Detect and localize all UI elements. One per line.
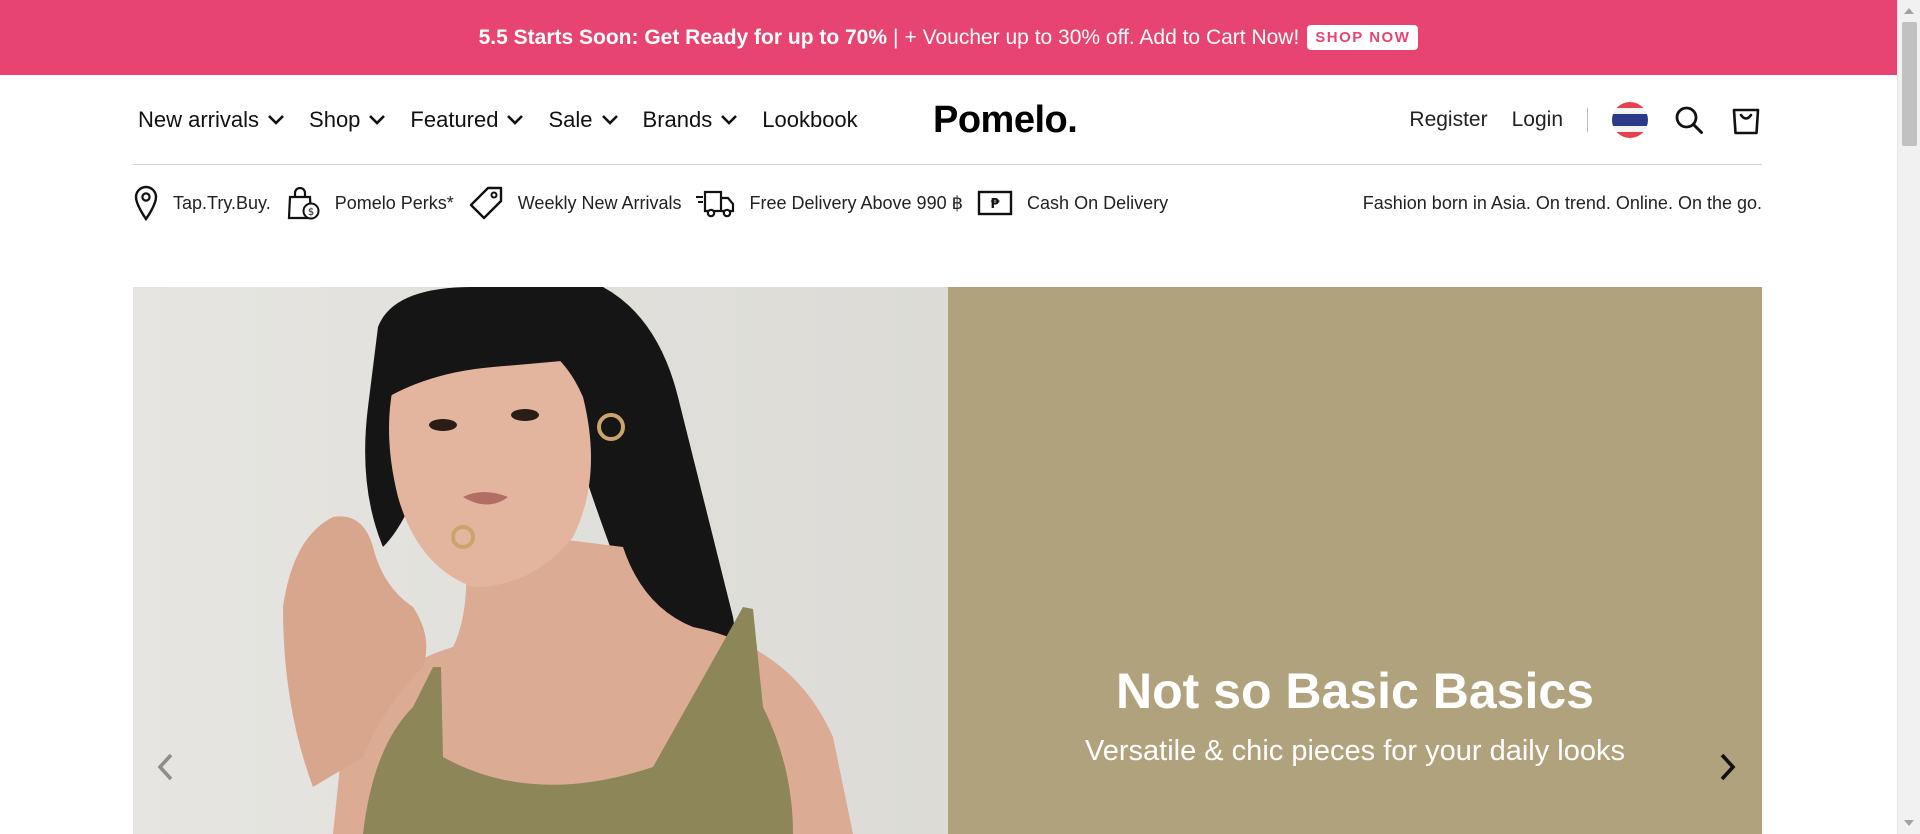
nav-label: Shop — [309, 107, 361, 132]
promo-text: + Voucher up to 30% off. Add to Cart Now… — [904, 25, 1300, 49]
brand-tagline: Fashion born in Asia. On trend. Online. … — [1362, 192, 1762, 213]
search-icon[interactable] — [1674, 105, 1704, 135]
perks-bag-icon: $ — [287, 186, 320, 220]
perk-label: Pomelo Perks* — [334, 192, 454, 213]
shop-now-button[interactable]: SHOP NOW — [1307, 25, 1419, 50]
perk-label: Weekly New Arrivals — [517, 192, 682, 213]
perk-cash-on-delivery[interactable]: ₱ Cash On Delivery — [977, 189, 1168, 217]
hero-text-panel: Not so Basic Basics Versatile & chic pie… — [948, 287, 1762, 834]
register-link[interactable]: Register — [1409, 108, 1487, 132]
perk-free-delivery[interactable]: Free Delivery Above 990 ฿ — [695, 187, 963, 219]
cash-icon: ₱ — [977, 190, 1013, 216]
hero-carousel[interactable]: Not so Basic Basics Versatile & chic pie… — [133, 287, 1762, 834]
promo-banner[interactable]: 5.5 Starts Soon: Get Ready for up to 70%… — [0, 0, 1897, 75]
chevron-down-icon — [506, 114, 524, 126]
chevron-down-icon — [720, 114, 738, 126]
nav-divider — [1587, 108, 1588, 132]
nav-sale[interactable]: Sale — [548, 107, 618, 133]
hero-model-image — [133, 287, 948, 834]
hero-subtitle: Versatile & chic pieces for your daily l… — [1085, 735, 1625, 767]
promo-headline: 5.5 Starts Soon: Get Ready for up to 70% — [478, 25, 888, 49]
hero-title: Not so Basic Basics — [1116, 663, 1594, 719]
nav-label: New arrivals — [138, 107, 260, 132]
carousel-next-arrow-icon[interactable] — [1718, 751, 1738, 788]
location-pin-icon — [134, 185, 158, 221]
main-header: New arrivals Shop Featured Sale Brands L… — [133, 75, 1762, 165]
nav-label: Featured — [410, 107, 499, 132]
nav-new-arrivals[interactable]: New arrivals — [138, 107, 285, 133]
chevron-down-icon — [368, 114, 386, 126]
perk-label: Tap.Try.Buy. — [173, 192, 271, 213]
scroll-up-arrow-icon[interactable] — [1904, 8, 1914, 14]
perk-weekly-new-arrivals[interactable]: Weekly New Arrivals — [468, 185, 682, 221]
perk-pomelo-perks[interactable]: $ Pomelo Perks* — [285, 185, 454, 221]
account-nav: Register Login — [1385, 75, 1762, 165]
delivery-truck-icon — [696, 190, 735, 218]
svg-text:₱: ₱ — [991, 197, 1001, 212]
nav-featured[interactable]: Featured — [410, 107, 524, 133]
carousel-prev-arrow-icon[interactable] — [155, 751, 175, 788]
page-scrollbar[interactable] — [1897, 0, 1920, 834]
site-logo[interactable]: Pomelo. — [933, 75, 1078, 165]
chevron-down-icon — [601, 114, 619, 126]
perk-label: Cash On Delivery — [1027, 192, 1169, 213]
perk-tap-try-buy[interactable]: Tap.Try.Buy. — [133, 185, 271, 221]
promo-separator: | — [893, 25, 899, 49]
thailand-flag-icon[interactable] — [1612, 102, 1648, 138]
primary-nav: New arrivals Shop Featured Sale Brands L… — [138, 75, 882, 165]
nav-brands[interactable]: Brands — [643, 107, 739, 133]
svg-text:$: $ — [308, 207, 314, 218]
chevron-down-icon — [267, 114, 285, 126]
nav-label: Lookbook — [762, 107, 858, 132]
nav-lookbook[interactable]: Lookbook — [762, 107, 857, 133]
nav-label: Sale — [548, 107, 593, 132]
login-link[interactable]: Login — [1512, 108, 1563, 132]
nav-label: Brands — [642, 107, 713, 132]
nav-shop[interactable]: Shop — [309, 107, 386, 133]
scrollbar-thumb[interactable] — [1902, 22, 1917, 146]
scroll-down-arrow-icon[interactable] — [1904, 820, 1914, 826]
perks-bar: Tap.Try.Buy. $ Pomelo Perks* Weekly New … — [133, 166, 1762, 240]
price-tag-icon — [469, 186, 502, 220]
shopping-bag-icon[interactable] — [1730, 104, 1762, 136]
perk-label: Free Delivery Above 990 ฿ — [749, 192, 964, 213]
